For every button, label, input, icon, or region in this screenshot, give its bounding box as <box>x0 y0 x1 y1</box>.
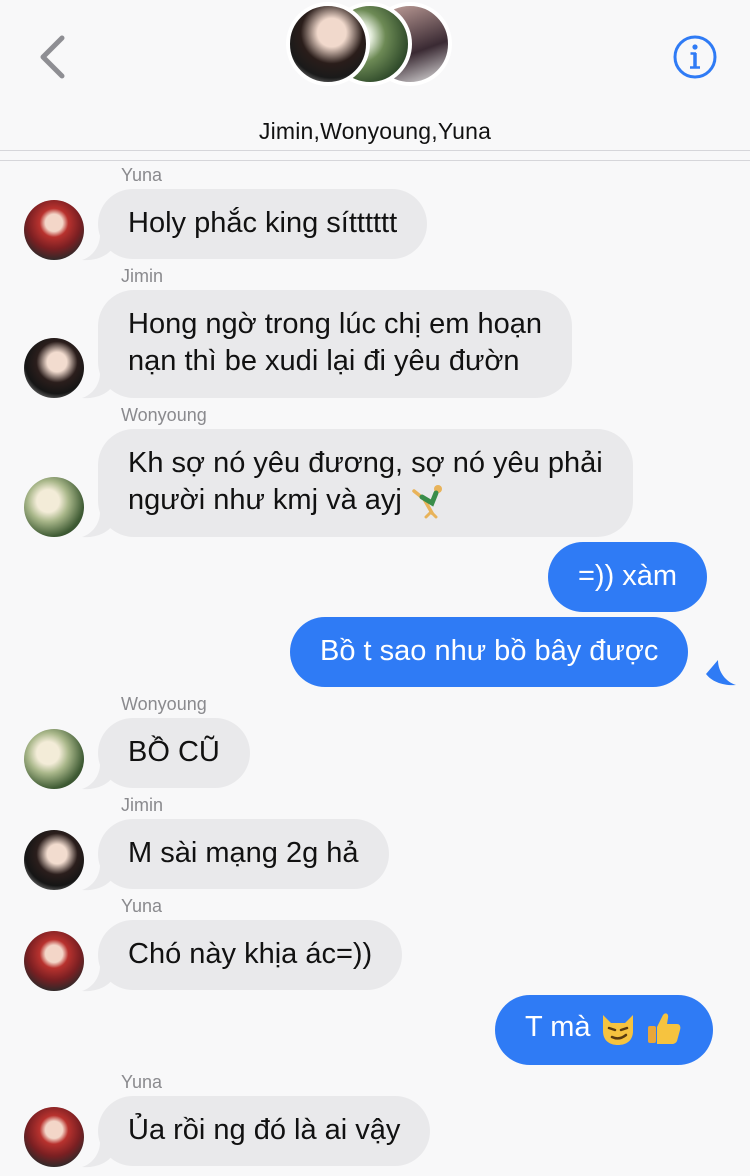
info-icon <box>673 35 717 79</box>
message-text-line-container: người như kmj và ayj <box>128 482 603 519</box>
conversation-title[interactable]: Jimin,Wonyoung,Yuna <box>0 118 750 145</box>
message-bubble-incoming[interactable]: Hong ngờ trong lúc chị em hoạn nạn thì b… <box>98 290 572 398</box>
conversation-header: Jimin,Wonyoung,Yuna <box>0 0 750 151</box>
message-text: Chó này khịa ác=)) <box>128 938 373 970</box>
message-text: Bồ t sao như bồ bây được <box>320 635 659 667</box>
message-bubble-incoming[interactable]: Kh sợ nó yêu đương, sợ nó yêu phải người… <box>98 429 633 537</box>
message-bubble-outgoing[interactable]: T mà <box>495 995 713 1065</box>
avatar-wonyoung[interactable] <box>24 729 84 789</box>
thumbs-up-emoji <box>647 1013 681 1045</box>
bubble-tail <box>706 660 736 686</box>
message-bubble-incoming[interactable]: M sài mạng 2g hả <box>98 819 389 889</box>
message-text: T mà <box>525 1011 591 1043</box>
avatar-yuna[interactable] <box>24 931 84 991</box>
message-text: Ủa rồi ng đó là ai vậy <box>128 1114 401 1146</box>
message-text: Holy phắc king sítttttt <box>128 207 398 239</box>
message-text-line: người như kmj và ayj <box>128 484 402 516</box>
message-text-line: Hong ngờ trong lúc chị em hoạn <box>128 308 542 340</box>
sender-name: Jimin <box>121 266 164 286</box>
message-text-line: nạn thì be xudi lại đi yêu đườn <box>128 345 520 377</box>
divider <box>0 160 750 161</box>
sender-name: Wonyoung <box>121 405 207 425</box>
group-avatar-stack[interactable] <box>286 2 456 92</box>
avatar-yuna[interactable] <box>24 1107 84 1167</box>
info-button[interactable] <box>672 34 718 80</box>
sender-name: Wonyoung <box>121 694 207 714</box>
chevron-left-icon <box>40 35 65 79</box>
message-bubble-incoming[interactable]: BỒ CŨ <box>98 718 250 788</box>
message-bubble-incoming[interactable]: Holy phắc king sítttttt <box>98 189 428 259</box>
sender-name: Yuna <box>121 896 163 916</box>
sender-name: Yuna <box>121 1072 163 1092</box>
message-text: M sài mạng 2g hả <box>128 837 359 869</box>
message-text: BỒ CŨ <box>128 736 220 768</box>
sender-name: Jimin <box>121 795 164 815</box>
avatar-jimin[interactable] <box>24 830 84 890</box>
message-text: =)) xàm <box>578 560 678 592</box>
sender-name: Yuna <box>121 165 163 185</box>
message-bubble-incoming[interactable]: Chó này khịa ác=)) <box>98 920 403 990</box>
message-bubble-outgoing[interactable]: Bồ t sao như bồ bây được <box>290 617 689 687</box>
avatar-wonyoung[interactable] <box>24 477 84 537</box>
avatar-jimin[interactable] <box>24 338 84 398</box>
message-bubble-outgoing[interactable]: =)) xàm <box>548 542 708 612</box>
back-button[interactable] <box>34 34 74 80</box>
avatar-yuna[interactable] <box>24 200 84 260</box>
message-text-line: Kh sợ nó yêu đương, sợ nó yêu phải <box>128 447 603 479</box>
message-bubble-incoming[interactable]: Ủa rồi ng đó là ai vậy <box>98 1096 431 1166</box>
person-cartwheeling-emoji <box>412 485 442 519</box>
smirking-cat-emoji <box>602 1015 633 1046</box>
group-avatar-jimin <box>286 2 370 86</box>
